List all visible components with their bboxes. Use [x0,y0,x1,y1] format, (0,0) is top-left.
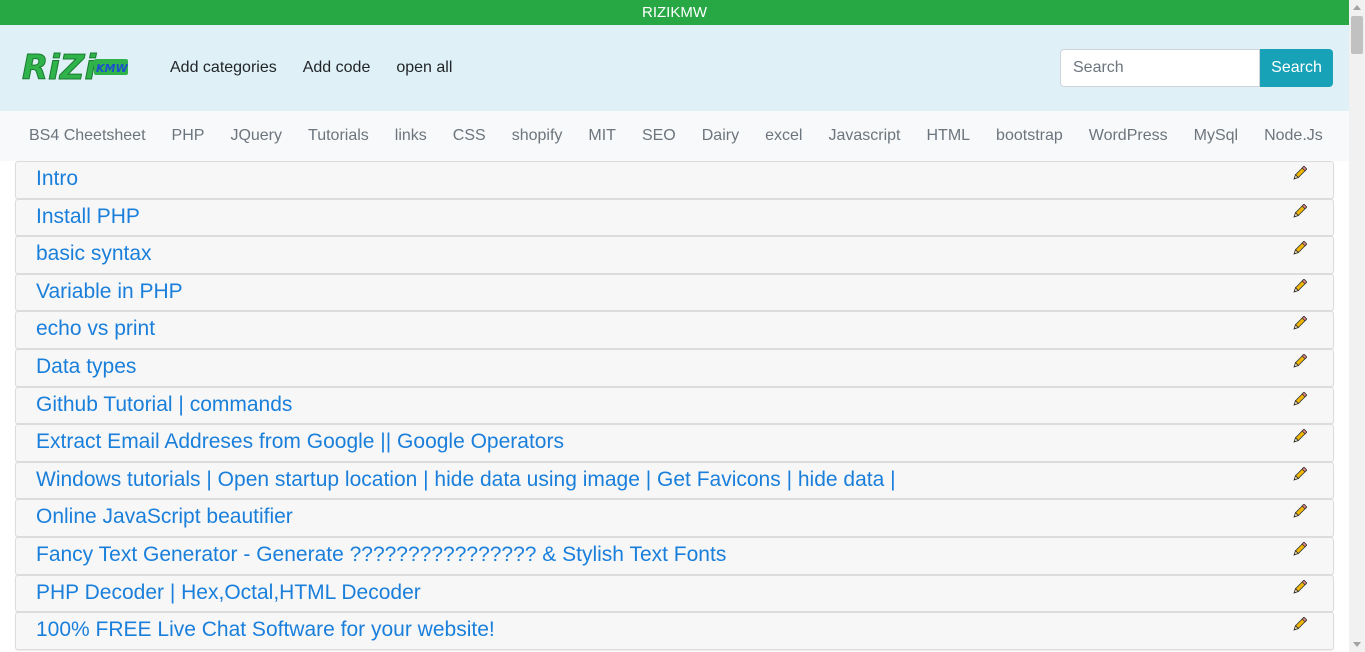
pencil-icon[interactable] [1291,353,1308,370]
list-item: echo vs print [15,311,1334,349]
page: RIZIKMW RiZi KMW Add categories Add code… [0,0,1365,652]
list-item: PHP Decoder | Hex,Octal,HTML Decoder [15,574,1334,613]
list-item: Online JavaScript beautifier [15,499,1334,537]
category-link[interactable]: shopify [512,127,563,145]
pencil-icon[interactable] [1291,503,1308,520]
scroll-down-icon[interactable] [1353,642,1361,647]
list-item: Install PHP [15,198,1334,237]
pencil-icon[interactable] [1291,240,1308,257]
list-item: Intro [15,161,1334,199]
category-link[interactable]: Dairy [702,127,739,145]
top-banner: RIZIKMW [0,0,1349,25]
category-bar: BS4 Cheetsheet PHP JQuery Tutorials link… [0,111,1349,161]
list-item-link[interactable]: Intro [36,167,78,191]
pencil-icon[interactable] [1291,316,1308,332]
nav-add-categories[interactable]: Add categories [170,59,277,77]
category-link[interactable]: BS4 Cheetsheet [29,127,146,145]
list-item-link[interactable]: Extract Email Addreses from Google || Go… [36,430,564,454]
list-item-link[interactable]: Variable in PHP [36,280,183,304]
list-item-link[interactable]: PHP Decoder | Hex,Octal,HTML Decoder [36,581,421,605]
search-button[interactable]: Search [1260,49,1333,87]
list-item: 100% FREE Live Chat Software for your we… [15,612,1334,650]
list-item: Fancy Text Generator - Generate ????????… [15,536,1334,575]
nav-add-code[interactable]: Add code [303,59,371,77]
pencil-icon[interactable] [1291,428,1308,445]
scrollbar-thumb[interactable] [1351,16,1363,54]
site-logo[interactable]: RiZi KMW [22,45,130,89]
scroll-up-icon[interactable] [1353,5,1361,10]
list-item-link[interactable]: echo vs print [36,317,155,341]
pencil-icon[interactable] [1291,203,1308,220]
category-link[interactable]: SEO [642,127,676,145]
category-link[interactable]: bootstrap [996,127,1063,145]
category-link[interactable]: Javascript [828,127,900,145]
search-input[interactable] [1060,49,1260,87]
category-link[interactable]: MIT [588,127,616,145]
list-item: Variable in PHP [15,273,1334,312]
list-item-link[interactable]: Online JavaScript beautifier [36,505,293,529]
category-link[interactable]: Tutorials [308,127,369,145]
category-link[interactable]: CSS [453,127,486,145]
category-link[interactable]: JQuery [230,127,282,145]
list-item-link[interactable]: basic syntax [36,242,152,266]
category-link[interactable]: MySql [1194,127,1238,145]
pencil-icon[interactable] [1291,278,1308,295]
pencil-icon[interactable] [1291,466,1308,483]
category-link[interactable]: links [395,127,427,145]
pencil-icon[interactable] [1291,391,1308,408]
search-form: Search [1060,49,1333,87]
list-item: Windows tutorials | Open startup locatio… [15,461,1334,500]
category-link[interactable]: PHP [172,127,205,145]
navbar: RiZi KMW Add categories Add code open al… [0,25,1349,111]
pencil-icon[interactable] [1291,579,1308,596]
pencil-icon[interactable] [1291,541,1308,558]
list-item-link[interactable]: Install PHP [36,205,140,229]
pencil-icon[interactable] [1291,165,1308,182]
nav-links: Add categories Add code open all [170,25,478,111]
page-scrollbar[interactable] [1349,0,1365,652]
category-link[interactable]: excel [765,127,802,145]
pencil-icon[interactable] [1291,616,1308,633]
list-item-link[interactable]: Fancy Text Generator - Generate ????????… [36,543,726,567]
list-item: Extract Email Addreses from Google || Go… [15,424,1334,462]
code-list: Intro Install PHP basic syntax Variable in … [15,161,1334,650]
list-item: basic syntax [15,236,1334,274]
list-item: Github Tutorial | commands [15,386,1334,425]
list-item-link[interactable]: 100% FREE Live Chat Software for your we… [36,618,495,642]
list-item-link[interactable]: Data types [36,355,136,379]
category-link[interactable]: WordPress [1089,127,1168,145]
list-item-link[interactable]: Github Tutorial | commands [36,393,292,417]
nav-open-all[interactable]: open all [396,59,452,77]
category-link[interactable]: HTML [926,127,970,145]
svg-text:RiZi: RiZi [22,48,97,88]
list-item: Data types [15,348,1334,387]
top-banner-title: RIZIKMW [642,4,707,21]
svg-text:KMW: KMW [96,62,128,75]
category-link[interactable]: Node.Js [1264,127,1323,145]
list-item-link[interactable]: Windows tutorials | Open startup locatio… [36,468,896,492]
